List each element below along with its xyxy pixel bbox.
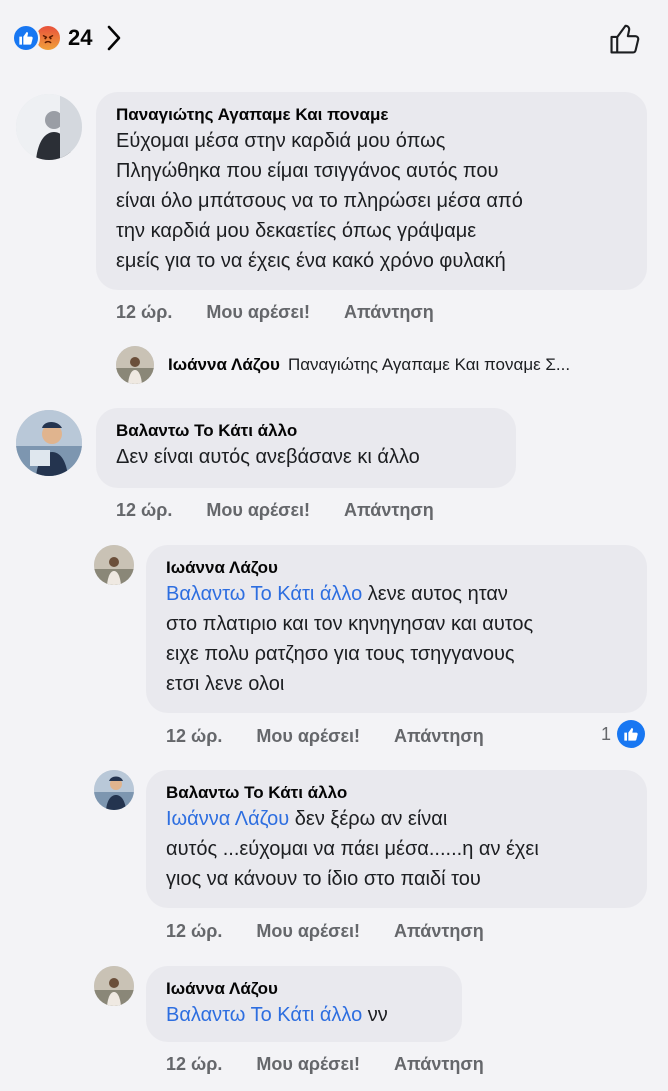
avatar[interactable]: [116, 346, 154, 384]
comment-text: Εύχομαι μέσα στην καρδιά μου όπως Πληγώθ…: [116, 130, 523, 272]
chevron-right-icon[interactable]: [106, 25, 122, 51]
reply-author[interactable]: Ιωάννα Λάζου: [168, 355, 280, 375]
mention-link[interactable]: Βαλαντω Το Κάτι άλλο: [166, 1004, 362, 1026]
reply-actions: 12 ώρ. Μου αρέσει! Απάντηση: [166, 921, 518, 942]
reply-button[interactable]: Απάντηση: [394, 726, 484, 747]
like-count: 1: [601, 723, 612, 744]
reply-bubble[interactable]: Ιωάννα Λάζου Βαλαντω Το Κάτι άλλο νν: [146, 966, 462, 1042]
like-button[interactable]: Μου αρέσει!: [256, 726, 360, 747]
comment-timestamp[interactable]: 12 ώρ.: [116, 500, 172, 521]
reaction-summary[interactable]: 24: [12, 24, 122, 52]
thumbs-up-outline-icon[interactable]: [608, 22, 642, 56]
reply-actions: 12 ώρ. Μου αρέσει! Απάντηση: [166, 726, 518, 747]
reply-bubble[interactable]: Ιωάννα Λάζου Βαλαντω Το Κάτι άλλο λενε α…: [146, 545, 647, 713]
comment-actions: 12 ώρ. Μου αρέσει! Απάντηση: [116, 500, 468, 521]
reply-author[interactable]: Ιωάννα Λάζου: [166, 557, 627, 579]
reply-actions: 12 ώρ. Μου αρέσει! Απάντηση: [166, 1054, 518, 1075]
avatar[interactable]: [94, 966, 134, 1006]
reply-button[interactable]: Απάντηση: [344, 500, 434, 521]
like-button[interactable]: Μου αρέσει!: [256, 921, 360, 942]
reply-author[interactable]: Ιωάννα Λάζου: [166, 978, 442, 1000]
reply-text: Ιωάννα Λάζου δεν ξέρω αν είναι αυτός ...…: [166, 808, 539, 890]
reply-button[interactable]: Απάντηση: [394, 1054, 484, 1075]
like-button[interactable]: Μου αρέσει!: [256, 1054, 360, 1075]
collapsed-reply[interactable]: Ιωάννα Λάζου Παναγιώτης Αγαπαμε Και πονα…: [116, 346, 646, 384]
reply-timestamp[interactable]: 12 ώρ.: [166, 726, 222, 747]
reply-button[interactable]: Απάντηση: [344, 302, 434, 323]
avatar[interactable]: [94, 545, 134, 585]
like-icon: [617, 720, 646, 748]
reply-timestamp[interactable]: 12 ώρ.: [166, 1054, 222, 1075]
reply-text: Βαλαντω Το Κάτι άλλο νν: [166, 1004, 388, 1026]
mention-link[interactable]: Ιωάννα Λάζου: [166, 808, 289, 830]
avatar[interactable]: [16, 94, 82, 160]
reply-bubble[interactable]: Βαλαντω Το Κάτι άλλο Ιωάννα Λάζου δεν ξέ…: [146, 770, 647, 908]
reactions-header: 24: [0, 0, 668, 80]
reaction-count: 24: [68, 25, 93, 50]
reply-text: Βαλαντω Το Κάτι άλλο λενε αυτος ηταν στο…: [166, 583, 534, 695]
comment-author[interactable]: Βαλαντω Το Κάτι άλλο: [116, 420, 496, 442]
reply-button[interactable]: Απάντηση: [394, 921, 484, 942]
avatar[interactable]: [16, 410, 82, 476]
mention-link[interactable]: Βαλαντω Το Κάτι άλλο: [166, 583, 362, 605]
reaction-summary[interactable]: 1: [601, 720, 646, 748]
reply-author[interactable]: Βαλαντω Το Κάτι άλλο: [166, 782, 627, 804]
like-button[interactable]: Μου αρέσει!: [206, 500, 310, 521]
comment-actions: 12 ώρ. Μου αρέσει! Απάντηση: [116, 302, 468, 323]
comment-timestamp[interactable]: 12 ώρ.: [116, 302, 172, 323]
avatar[interactable]: [94, 770, 134, 810]
comment-bubble[interactable]: Παναγιώτης Αγαπαμε Και ποναμε Εύχομαι μέ…: [96, 92, 647, 290]
like-icon: [12, 24, 40, 52]
comment-bubble[interactable]: Βαλαντω Το Κάτι άλλο Δεν είναι αυτός ανε…: [96, 408, 516, 488]
comment-author[interactable]: Παναγιώτης Αγαπαμε Και ποναμε: [116, 104, 627, 126]
like-button[interactable]: Μου αρέσει!: [206, 302, 310, 323]
comment-text: Δεν είναι αυτός ανεβάσανε κι άλλο: [116, 446, 420, 468]
reply-timestamp[interactable]: 12 ώρ.: [166, 921, 222, 942]
reply-preview: Παναγιώτης Αγαπαμε Και ποναμε Σ...: [287, 355, 571, 374]
